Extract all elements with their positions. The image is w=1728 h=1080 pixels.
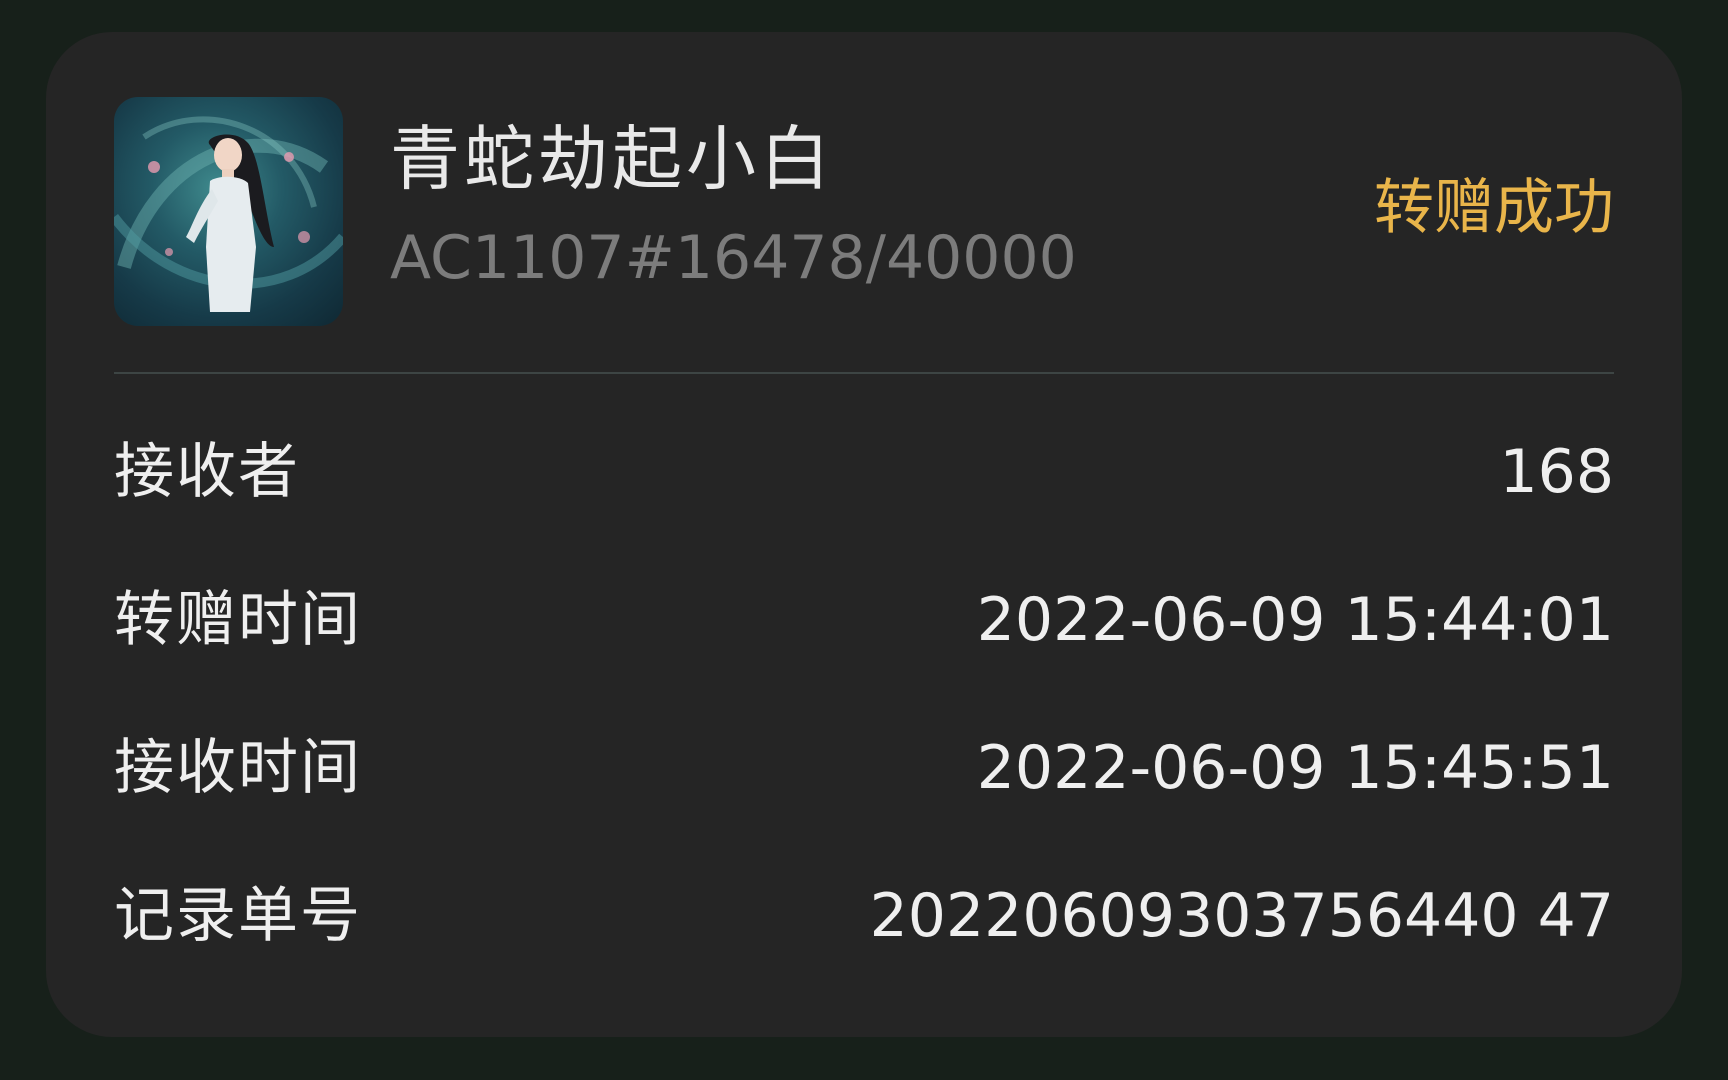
detail-label: 记录单号 bbox=[114, 881, 362, 951]
detail-value: 20220609303756440 47 bbox=[869, 881, 1614, 951]
detail-value: 2022-06-09 15:44:01 bbox=[976, 585, 1614, 655]
divider bbox=[114, 372, 1614, 374]
transfer-status-label: 转赠成功 bbox=[1374, 173, 1614, 243]
detail-row-recipient: 接收者 168 bbox=[114, 432, 1614, 512]
detail-row-receive-time: 接收时间 2022-06-09 15:45:51 bbox=[114, 728, 1614, 808]
character-artwork-image bbox=[114, 116, 343, 312]
transfer-record-card: 青蛇劫起小白 AC1107#16478/40000 转赠成功 接收者 168 转… bbox=[46, 32, 1682, 1037]
collectible-serial-number: AC1107#16478/40000 bbox=[390, 223, 1077, 293]
collectible-title: 青蛇劫起小白 bbox=[390, 118, 834, 200]
detail-label: 接收时间 bbox=[114, 733, 362, 803]
detail-row-transfer-time: 转赠时间 2022-06-09 15:44:01 bbox=[114, 580, 1614, 660]
detail-value: 2022-06-09 15:45:51 bbox=[976, 733, 1614, 803]
detail-label: 接收者 bbox=[114, 437, 300, 507]
detail-row-record-number: 记录单号 20220609303756440 47 bbox=[114, 876, 1614, 956]
collectible-thumbnail[interactable] bbox=[114, 97, 343, 326]
detail-value: 168 bbox=[1499, 437, 1614, 507]
detail-label: 转赠时间 bbox=[114, 585, 362, 655]
